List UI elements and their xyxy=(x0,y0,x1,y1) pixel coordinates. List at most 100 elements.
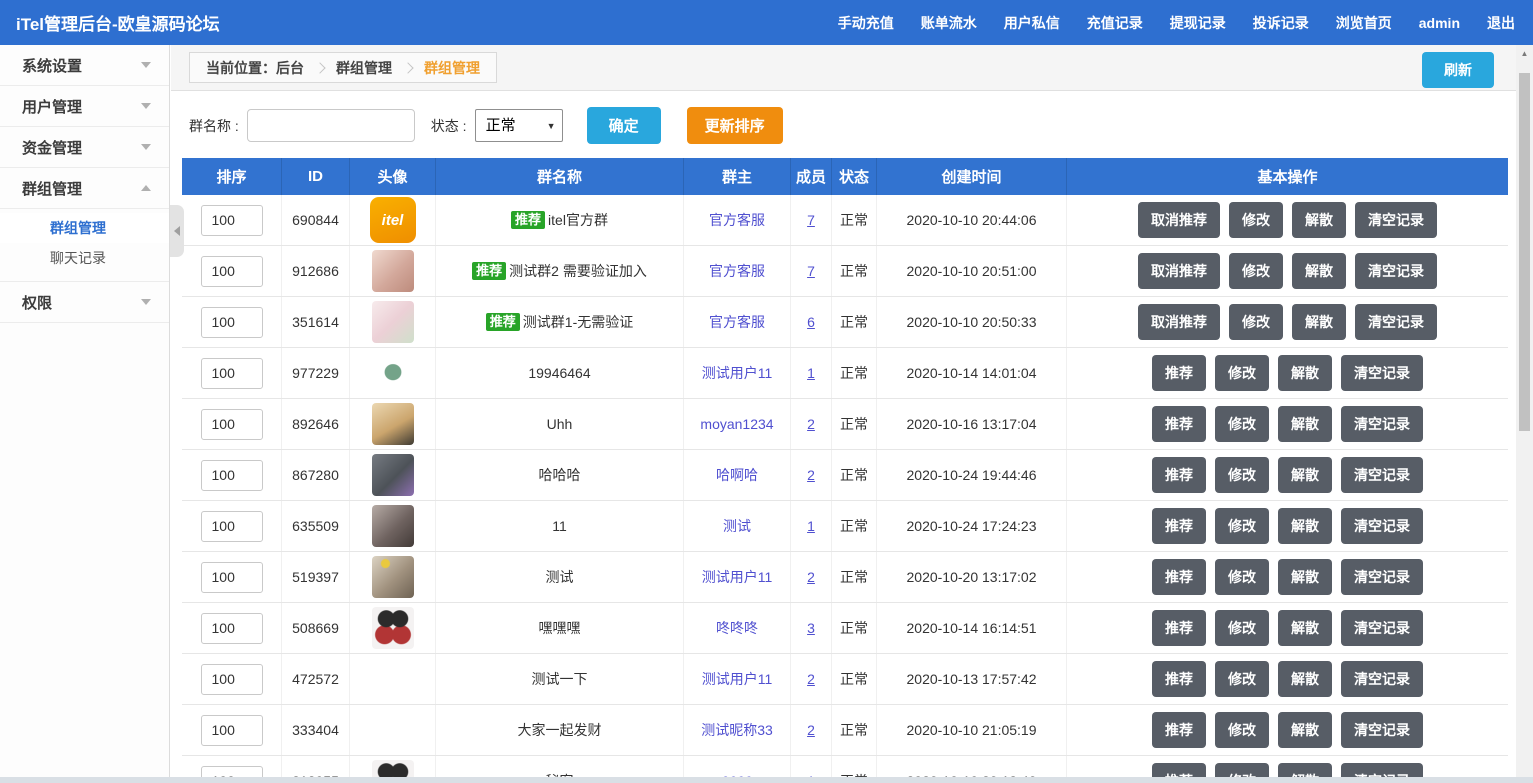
clear-records-button[interactable]: 清空记录 xyxy=(1341,508,1423,544)
clear-records-button[interactable]: 清空记录 xyxy=(1355,253,1437,289)
update-order-button[interactable]: 更新排序 xyxy=(687,107,783,144)
sort-input[interactable] xyxy=(201,358,263,389)
edit-button[interactable]: 修改 xyxy=(1215,610,1269,646)
members-link[interactable]: 2 xyxy=(807,569,815,585)
edit-button[interactable]: 修改 xyxy=(1215,712,1269,748)
sidebar-item-group-management[interactable]: 群组管理 xyxy=(0,168,169,209)
horizontal-scrollbar[interactable] xyxy=(0,777,1533,783)
clear-records-button[interactable]: 清空记录 xyxy=(1355,202,1437,238)
nav-complaint-record[interactable]: 投诉记录 xyxy=(1253,13,1309,33)
clear-records-button[interactable]: 清空记录 xyxy=(1341,610,1423,646)
clear-records-button[interactable]: 清空记录 xyxy=(1341,559,1423,595)
recommend-button[interactable]: 推荐 xyxy=(1152,406,1206,442)
dissolve-button[interactable]: 解散 xyxy=(1292,202,1346,238)
sort-input[interactable] xyxy=(201,307,263,338)
owner-link[interactable]: moyan1234 xyxy=(700,416,773,432)
members-link[interactable]: 2 xyxy=(807,722,815,738)
dissolve-button[interactable]: 解散 xyxy=(1278,661,1332,697)
scrollbar-thumb[interactable] xyxy=(1519,73,1530,431)
clear-records-button[interactable]: 清空记录 xyxy=(1341,661,1423,697)
edit-button[interactable]: 修改 xyxy=(1229,202,1283,238)
recommend-button[interactable]: 推荐 xyxy=(1152,661,1206,697)
clear-records-button[interactable]: 清空记录 xyxy=(1341,457,1423,493)
sort-input[interactable] xyxy=(201,613,263,644)
sort-input[interactable] xyxy=(201,409,263,440)
owner-link[interactable]: 哈啊哈 xyxy=(716,465,758,485)
nav-logout[interactable]: 退出 xyxy=(1487,13,1515,33)
nav-manual-recharge[interactable]: 手动充值 xyxy=(838,13,894,33)
edit-button[interactable]: 修改 xyxy=(1215,406,1269,442)
dissolve-button[interactable]: 解散 xyxy=(1278,457,1332,493)
confirm-button[interactable]: 确定 xyxy=(587,107,661,144)
members-link[interactable]: 2 xyxy=(807,671,815,687)
edit-button[interactable]: 修改 xyxy=(1215,559,1269,595)
recommend-button[interactable]: 推荐 xyxy=(1152,712,1206,748)
owner-link[interactable]: 官方客服 xyxy=(709,312,765,332)
dissolve-button[interactable]: 解散 xyxy=(1278,712,1332,748)
edit-button[interactable]: 修改 xyxy=(1215,457,1269,493)
refresh-button[interactable]: 刷新 xyxy=(1422,52,1494,88)
nav-bill-flow[interactable]: 账单流水 xyxy=(921,13,977,33)
sidebar-subitem-chat-records[interactable]: 聊天记录 xyxy=(0,243,169,273)
owner-link[interactable]: 官方客服 xyxy=(709,261,765,281)
members-link[interactable]: 3 xyxy=(807,620,815,636)
nav-withdraw-record[interactable]: 提现记录 xyxy=(1170,13,1226,33)
cancel-recommend-button[interactable]: 取消推荐 xyxy=(1138,253,1220,289)
sidebar-item-user-management[interactable]: 用户管理 xyxy=(0,86,169,127)
recommend-button[interactable]: 推荐 xyxy=(1152,559,1206,595)
status-select[interactable]: 正常 xyxy=(475,109,563,142)
sort-input[interactable] xyxy=(201,511,263,542)
recommend-button[interactable]: 推荐 xyxy=(1152,457,1206,493)
clear-records-button[interactable]: 清空记录 xyxy=(1341,355,1423,391)
owner-link[interactable]: 测试 xyxy=(723,516,751,536)
members-link[interactable]: 7 xyxy=(807,212,815,228)
owner-link[interactable]: 测试用户11 xyxy=(702,669,773,689)
members-link[interactable]: 2 xyxy=(807,416,815,432)
sort-input[interactable] xyxy=(201,715,263,746)
group-name-input[interactable] xyxy=(247,109,415,142)
recommend-button[interactable]: 推荐 xyxy=(1152,610,1206,646)
members-link[interactable]: 7 xyxy=(807,263,815,279)
clear-records-button[interactable]: 清空记录 xyxy=(1341,712,1423,748)
members-link[interactable]: 1 xyxy=(807,365,815,381)
dissolve-button[interactable]: 解散 xyxy=(1278,610,1332,646)
sidebar-subitem-group-management[interactable]: 群组管理 xyxy=(0,213,169,243)
edit-button[interactable]: 修改 xyxy=(1215,355,1269,391)
scroll-up-icon[interactable]: ▲ xyxy=(1516,45,1533,61)
clear-records-button[interactable]: 清空记录 xyxy=(1341,406,1423,442)
members-link[interactable]: 2 xyxy=(807,467,815,483)
nav-browse-home[interactable]: 浏览首页 xyxy=(1336,13,1392,33)
owner-link[interactable]: 测试用户11 xyxy=(702,567,773,587)
dissolve-button[interactable]: 解散 xyxy=(1278,508,1332,544)
sidebar-item-funds-management[interactable]: 资金管理 xyxy=(0,127,169,168)
members-link[interactable]: 1 xyxy=(807,518,815,534)
vertical-scrollbar[interactable]: ▲ xyxy=(1516,45,1533,777)
dissolve-button[interactable]: 解散 xyxy=(1278,355,1332,391)
dissolve-button[interactable]: 解散 xyxy=(1278,406,1332,442)
edit-button[interactable]: 修改 xyxy=(1215,508,1269,544)
sort-input[interactable] xyxy=(201,664,263,695)
edit-button[interactable]: 修改 xyxy=(1215,661,1269,697)
recommend-button[interactable]: 推荐 xyxy=(1152,508,1206,544)
breadcrumb-item[interactable]: 群组管理 xyxy=(336,58,392,78)
nav-recharge-record[interactable]: 充值记录 xyxy=(1087,13,1143,33)
sort-input[interactable] xyxy=(201,256,263,287)
cancel-recommend-button[interactable]: 取消推荐 xyxy=(1138,202,1220,238)
owner-link[interactable]: 咚咚咚 xyxy=(716,618,758,638)
nav-admin-user[interactable]: admin xyxy=(1419,15,1460,31)
owner-link[interactable]: 测试昵称33 xyxy=(701,720,773,740)
edit-button[interactable]: 修改 xyxy=(1229,304,1283,340)
dissolve-button[interactable]: 解散 xyxy=(1292,253,1346,289)
sidebar-item-permissions[interactable]: 权限 xyxy=(0,282,169,323)
sort-input[interactable] xyxy=(201,205,263,236)
members-link[interactable]: 6 xyxy=(807,314,815,330)
sidebar-collapse-handle[interactable] xyxy=(170,205,184,257)
owner-link[interactable]: 官方客服 xyxy=(709,210,765,230)
recommend-button[interactable]: 推荐 xyxy=(1152,355,1206,391)
sort-input[interactable] xyxy=(201,460,263,491)
owner-link[interactable]: 测试用户11 xyxy=(702,363,773,383)
cancel-recommend-button[interactable]: 取消推荐 xyxy=(1138,304,1220,340)
clear-records-button[interactable]: 清空记录 xyxy=(1355,304,1437,340)
dissolve-button[interactable]: 解散 xyxy=(1292,304,1346,340)
edit-button[interactable]: 修改 xyxy=(1229,253,1283,289)
